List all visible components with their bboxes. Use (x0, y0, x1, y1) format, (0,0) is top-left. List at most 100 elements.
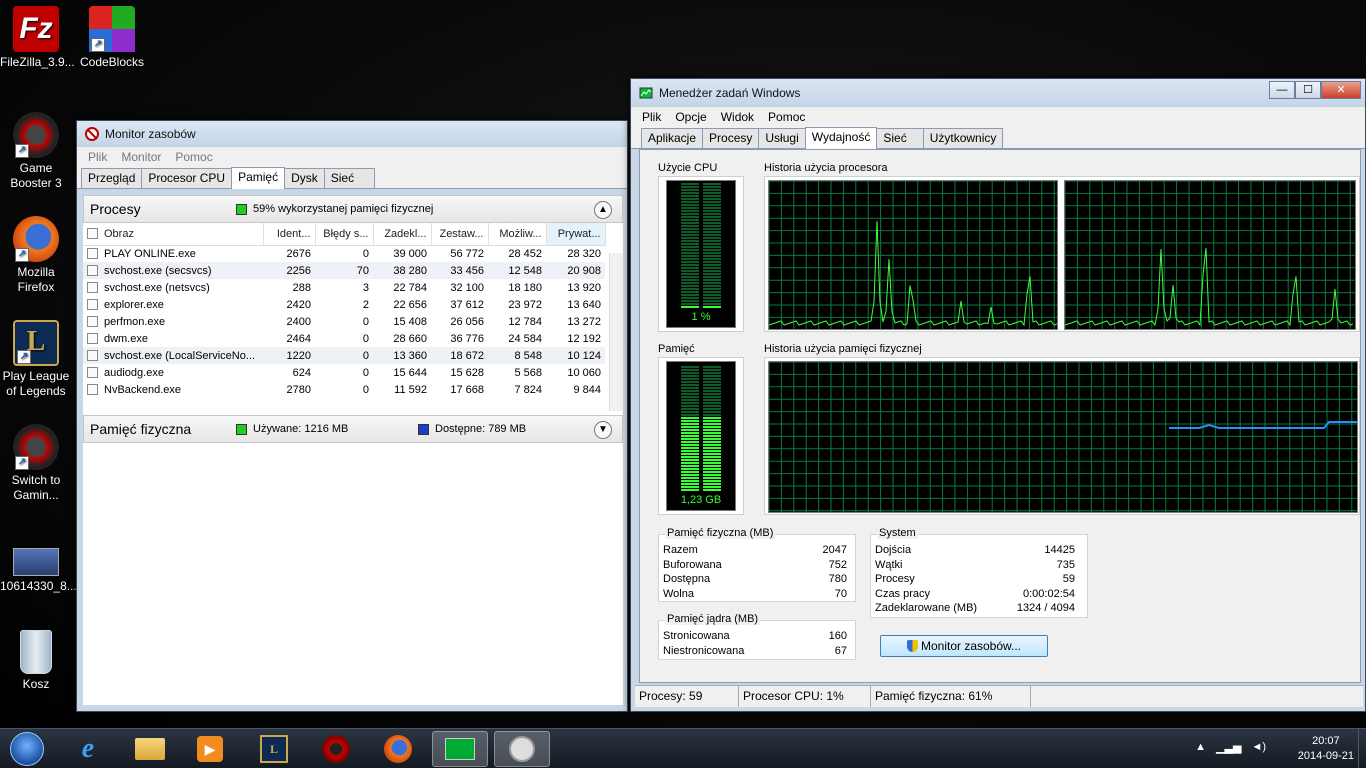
col-header-pid[interactable]: Ident... (263, 223, 316, 246)
col-header-commit[interactable]: Zadekl... (373, 223, 432, 246)
start-button[interactable] (2, 731, 52, 767)
physical-memory-stats: Pamięć fizyczna (MB) Razem 2047 Buforowan… (658, 527, 856, 602)
menu-view[interactable]: Widok (714, 110, 761, 124)
table-row[interactable]: NvBackend.exe 2780 0 11 592 17 668 7 824 9 844 (83, 381, 605, 398)
tab-processes[interactable]: Procesy (702, 128, 760, 148)
col-header-faults[interactable]: Błędy s... (315, 223, 374, 246)
table-row[interactable]: svchost.exe (netsvcs) 288 3 22 784 32 100 18 … (83, 279, 605, 296)
menu-file[interactable]: Plik (635, 110, 668, 124)
taskbar-media-player[interactable]: ▶ (182, 731, 238, 767)
menu-help[interactable]: Pomoc (168, 150, 219, 164)
tab-cpu[interactable]: Procesor CPU (141, 168, 233, 188)
taskbar-game-booster[interactable] (308, 731, 364, 767)
table-cell: 70 (315, 262, 373, 279)
volume-icon[interactable]: ◄) (1251, 741, 1266, 754)
menu-help[interactable]: Pomoc (761, 110, 812, 124)
taskbar-ie[interactable]: e (60, 731, 116, 767)
row-checkbox[interactable] (87, 333, 98, 345)
desktop-icon-switch-gaming[interactable]: ↗ Switch to Gamin... (0, 424, 72, 503)
tab-services[interactable]: Usługi (758, 128, 806, 148)
row-checkbox[interactable] (87, 248, 98, 260)
show-hidden-icons-icon[interactable]: ▲ (1195, 741, 1206, 754)
tab-performance[interactable]: Wydajność (804, 127, 878, 149)
table-cell: 0 (362, 383, 369, 396)
taskbar-league[interactable]: L (246, 731, 302, 767)
table-cell: 2400 (286, 315, 311, 328)
table-cell: 0 (362, 247, 369, 260)
col-header-working-set[interactable]: Zestaw... (431, 223, 489, 246)
row-checkbox[interactable] (87, 265, 98, 277)
processes-scrollbar[interactable] (609, 253, 623, 411)
table-row[interactable]: perfmon.exe 2400 0 15 408 26 056 12 784 13 272 (83, 313, 605, 330)
tab-networking[interactable]: Sieć (876, 128, 924, 148)
resource-monitor-button[interactable]: Monitor zasobów... (880, 635, 1048, 657)
tab-disk[interactable]: Dysk (284, 168, 325, 188)
network-icon[interactable]: ▁▃▅ (1216, 741, 1241, 754)
menu-options[interactable]: Opcje (668, 110, 713, 124)
row-checkbox[interactable] (87, 316, 98, 328)
table-row[interactable]: PLAY ONLINE.exe 2676 0 39 000 56 772 28 452 28… (83, 245, 605, 262)
col-header-shareable[interactable]: Możliw... (488, 223, 547, 246)
table-row[interactable]: svchost.exe (LocalServiceNo... 1220 0 13 36… (83, 347, 605, 364)
tab-applications[interactable]: Aplikacje (641, 128, 704, 148)
stat-row: Wolna 70 (663, 587, 847, 600)
desktop-icon-league[interactable]: L ↗ Play League of Legends (0, 320, 72, 399)
taskbar-resource-monitor[interactable] (494, 731, 550, 767)
row-checkbox[interactable] (87, 350, 98, 362)
shield-icon (906, 640, 918, 652)
table-cell: 13 272 (567, 315, 601, 328)
taskbar-task-manager[interactable] (432, 731, 488, 767)
show-desktop-button[interactable] (1358, 729, 1366, 768)
minimize-button[interactable]: — (1269, 81, 1295, 99)
collapse-down-icon[interactable]: ▼ (594, 421, 612, 439)
tab-users[interactable]: Użytkownicy (922, 128, 1004, 148)
taskbar-firefox[interactable] (370, 731, 426, 767)
desktop-icon-filezilla[interactable]: Fz FileZilla_3.9... (0, 6, 75, 70)
tab-memory[interactable]: Pamięć (231, 167, 286, 189)
desktop-icon-firefox[interactable]: ↗ Mozilla Firefox (0, 216, 72, 295)
cpu-usage-value: 1 % (691, 311, 711, 323)
taskbar-explorer[interactable] (122, 731, 178, 767)
row-checkbox[interactable] (87, 384, 98, 396)
desktop-icon-label: Mozilla Firefox (17, 265, 55, 294)
resmon-titlebar[interactable]: Monitor zasobów (77, 121, 627, 147)
col-header-private[interactable]: Prywat... (546, 223, 606, 246)
col-header-image[interactable]: Obraz (83, 223, 264, 246)
physical-memory-section-header[interactable]: Pamięć fizyczna Używane: 1216 MB Dostępn… (83, 415, 623, 443)
menu-monitor[interactable]: Monitor (114, 150, 168, 164)
tab-network[interactable]: Sieć (323, 168, 376, 188)
desktop-icon-label: 10614330_8... (0, 579, 77, 593)
clock[interactable]: 20:07 2014-09-21 (1298, 734, 1354, 764)
processes-header-row: Obraz Ident... Błędy s... Zadekl... Zest… (83, 223, 606, 246)
table-cell: 624 (292, 366, 311, 379)
row-checkbox[interactable] (87, 367, 98, 379)
table-cell: 9 844 (573, 383, 601, 396)
table-row[interactable]: svchost.exe (secsvcs) 2256 70 38 280 33 456 1… (83, 262, 605, 279)
table-row[interactable]: audiodg.exe 624 0 15 644 15 628 5 568 10 060 (83, 364, 605, 381)
process-name-cell: perfmon.exe (83, 313, 263, 330)
memory-label: Pamięć (658, 343, 695, 355)
close-button[interactable]: ✕ (1321, 81, 1361, 99)
table-cell: 22 656 (393, 298, 427, 311)
physical-memory-stats-title: Pamięć fizyczna (MB) (665, 527, 776, 539)
table-row[interactable]: explorer.exe 2420 2 22 656 37 612 23 972 13 64… (83, 296, 605, 313)
available-memory-value: Dostępne: 789 MB (435, 423, 527, 435)
select-all-checkbox[interactable] (87, 228, 98, 240)
row-checkbox[interactable] (87, 282, 98, 294)
menu-file[interactable]: Plik (81, 150, 114, 164)
maximize-button[interactable]: ☐ (1295, 81, 1321, 99)
process-name-cell: explorer.exe (83, 296, 263, 313)
table-row[interactable]: dwm.exe 2464 0 28 660 36 776 24 584 12 192 (83, 330, 605, 347)
table-cell: 12 548 (488, 262, 546, 279)
tab-overview[interactable]: Przegląd (81, 168, 143, 188)
taskmgr-titlebar[interactable]: Menedżer zadań Windows (631, 79, 1365, 107)
collapse-up-icon[interactable]: ▲ (594, 201, 612, 219)
desktop-icon-game-booster[interactable]: ↗ Game Booster 3 (0, 112, 72, 191)
desktop-icon-recycle-bin[interactable]: Kosz (0, 630, 72, 692)
desktop-icon-codeblocks[interactable]: ↗ CodeBlocks (76, 6, 148, 70)
processes-section-header[interactable]: Procesy 59% wykorzystanej pamięci fizycz… (83, 195, 623, 223)
desktop-icon-image-file[interactable]: 10614330_8... (0, 544, 77, 594)
table-cell: 13 360 (373, 347, 431, 364)
row-checkbox[interactable] (87, 299, 98, 311)
cpu-history-graph-core-1 (768, 180, 1058, 330)
